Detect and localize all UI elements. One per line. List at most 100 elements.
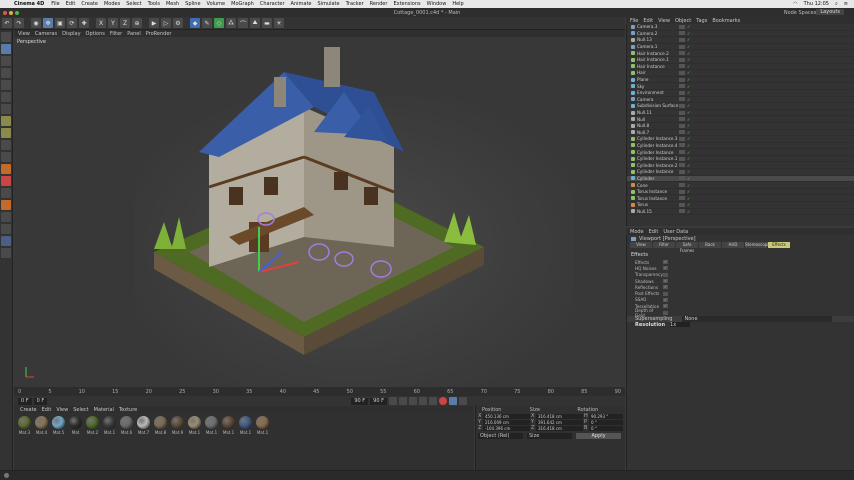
object-row[interactable]: Cylinder Instance.3 ✓ [627, 136, 854, 143]
rotation-b-field[interactable]: 0 ° [589, 425, 623, 431]
object-row[interactable]: Cylinder Instance.1 ✓ [627, 156, 854, 163]
solo-hierarchy-icon[interactable] [1, 176, 11, 186]
render-settings-icon[interactable]: ⚙ [173, 18, 183, 28]
x-axis-icon[interactable]: X [96, 18, 106, 28]
sculpt-icon[interactable] [1, 200, 11, 210]
object-row[interactable]: Hair Instance.1 ✓ [627, 57, 854, 64]
solo-off-icon[interactable] [1, 188, 11, 198]
position-x-field[interactable]: 450.136 cm [483, 413, 530, 419]
object-row[interactable]: Null ✓ [627, 116, 854, 123]
go-to-start-icon[interactable] [388, 397, 397, 405]
light-icon[interactable]: ☀ [274, 18, 284, 28]
enabled-check-icon[interactable]: ✓ [687, 64, 690, 69]
tab-hud[interactable]: HUD [722, 242, 744, 248]
enabled-check-icon[interactable]: ✓ [687, 37, 690, 42]
object-row[interactable]: Hair Instance.2 ✓ [627, 50, 854, 57]
property-checkbox[interactable]: ✓ [663, 304, 668, 309]
undo-icon[interactable]: ↶ [2, 18, 12, 28]
visibility-toggle[interactable] [679, 24, 685, 29]
menu-volume[interactable]: Volume [204, 1, 229, 7]
enabled-check-icon[interactable]: ✓ [687, 84, 690, 89]
object-row[interactable]: Torus Instance ✓ [627, 195, 854, 203]
redo-icon[interactable]: ↷ [14, 18, 24, 28]
mat-menu-texture[interactable]: Texture [119, 407, 137, 413]
object-row[interactable]: Sky ✓ [627, 83, 854, 90]
points-mode-icon[interactable] [1, 80, 11, 90]
visibility-toggle[interactable] [679, 97, 685, 102]
mat-menu-create[interactable]: Create [20, 407, 37, 413]
visibility-toggle[interactable] [679, 110, 685, 115]
object-row[interactable]: Plane ✓ [627, 77, 854, 84]
obj-menu-view[interactable]: View [658, 18, 670, 24]
menu-select[interactable]: Select [123, 1, 144, 7]
property-checkbox[interactable] [663, 291, 668, 296]
recent-tools-icon[interactable]: ✚ [79, 18, 89, 28]
object-row[interactable]: Null.8 ✓ [627, 123, 854, 130]
enabled-check-icon[interactable]: ✓ [687, 169, 690, 174]
material-swatch[interactable]: Mat.2 [86, 416, 99, 467]
object-row[interactable]: Null.7 ✓ [627, 130, 854, 137]
material-swatch[interactable]: Mat.4 [35, 416, 48, 467]
menu-create[interactable]: Create [78, 1, 101, 7]
object-row[interactable]: Cylinder ✓ [627, 175, 854, 183]
visibility-toggle[interactable] [679, 189, 685, 194]
menu-tools[interactable]: Tools [145, 1, 163, 7]
obj-menu-object[interactable]: Object [675, 18, 691, 24]
edges-mode-icon[interactable] [1, 92, 11, 102]
tweak-mode-icon[interactable] [1, 128, 11, 138]
material-swatch[interactable]: Mat.6 [120, 416, 133, 467]
menu-extensions[interactable]: Extensions [390, 1, 423, 7]
python-icon[interactable] [1, 212, 11, 222]
visibility-toggle[interactable] [679, 183, 685, 188]
object-row[interactable]: Hair ✓ [627, 70, 854, 77]
enabled-check-icon[interactable]: ✓ [687, 156, 690, 161]
lock-workplane-icon[interactable] [1, 152, 11, 162]
visibility-toggle[interactable] [679, 143, 685, 148]
coordinate-system-icon[interactable]: ⊕ [132, 18, 142, 28]
visibility-toggle[interactable] [679, 176, 685, 181]
enabled-check-icon[interactable]: ✓ [687, 24, 690, 29]
enabled-check-icon[interactable]: ✓ [687, 57, 690, 62]
property-checkbox[interactable]: ✓ [663, 297, 668, 302]
start-frame-field[interactable]: 0 F [18, 397, 32, 405]
enabled-check-icon[interactable]: ✓ [687, 31, 690, 36]
menu-modes[interactable]: Modes [101, 1, 123, 7]
material-swatch[interactable]: Mat.1 [222, 416, 235, 467]
obj-menu-bookmarks[interactable]: Bookmarks [712, 18, 740, 24]
visibility-toggle[interactable] [679, 209, 685, 214]
enabled-check-icon[interactable]: ✓ [687, 163, 690, 168]
solo-icon[interactable] [1, 164, 11, 174]
polygons-mode-icon[interactable] [1, 104, 11, 114]
mat-menu-edit[interactable]: Edit [42, 407, 52, 413]
tab-view[interactable]: View [630, 242, 652, 248]
environment-icon[interactable]: ⛰ [250, 18, 260, 28]
menu-window[interactable]: Window [424, 1, 450, 7]
end-frame-field[interactable]: 90 F [351, 397, 369, 405]
object-row[interactable]: Cylinder Instance.4 ✓ [627, 143, 854, 150]
model-mode-icon[interactable] [1, 44, 11, 54]
material-swatch[interactable]: Mat.3 [18, 416, 31, 467]
snap-icon[interactable] [1, 140, 11, 150]
material-swatch[interactable]: Mat.1 [188, 416, 201, 467]
enabled-check-icon[interactable]: ✓ [687, 110, 690, 115]
enabled-check-icon[interactable]: ✓ [687, 176, 690, 181]
render-view-icon[interactable]: ▶ [149, 18, 159, 28]
visibility-toggle[interactable] [679, 117, 685, 122]
wifi-icon[interactable]: ◠ [793, 1, 797, 7]
enabled-check-icon[interactable]: ✓ [687, 103, 690, 108]
visibility-toggle[interactable] [679, 103, 685, 108]
enabled-check-icon[interactable]: ✓ [687, 143, 690, 148]
visibility-toggle[interactable] [679, 84, 685, 89]
vp-menu-cameras[interactable]: Cameras [35, 31, 57, 37]
enabled-check-icon[interactable]: ✓ [687, 209, 690, 214]
tab-stereoscopic[interactable]: Stereoscopic [745, 242, 771, 248]
visibility-toggle[interactable] [679, 51, 685, 56]
vp-menu-filter[interactable]: Filter [110, 31, 122, 37]
go-to-end-icon[interactable] [428, 397, 437, 405]
workplane-icon[interactable] [1, 68, 11, 78]
axis-mode-icon[interactable] [1, 116, 11, 126]
render-picture-viewer-icon[interactable]: ▷ [161, 18, 171, 28]
visibility-toggle[interactable] [679, 163, 685, 168]
menu-file[interactable]: File [48, 1, 62, 7]
autokey-icon[interactable] [448, 397, 457, 405]
